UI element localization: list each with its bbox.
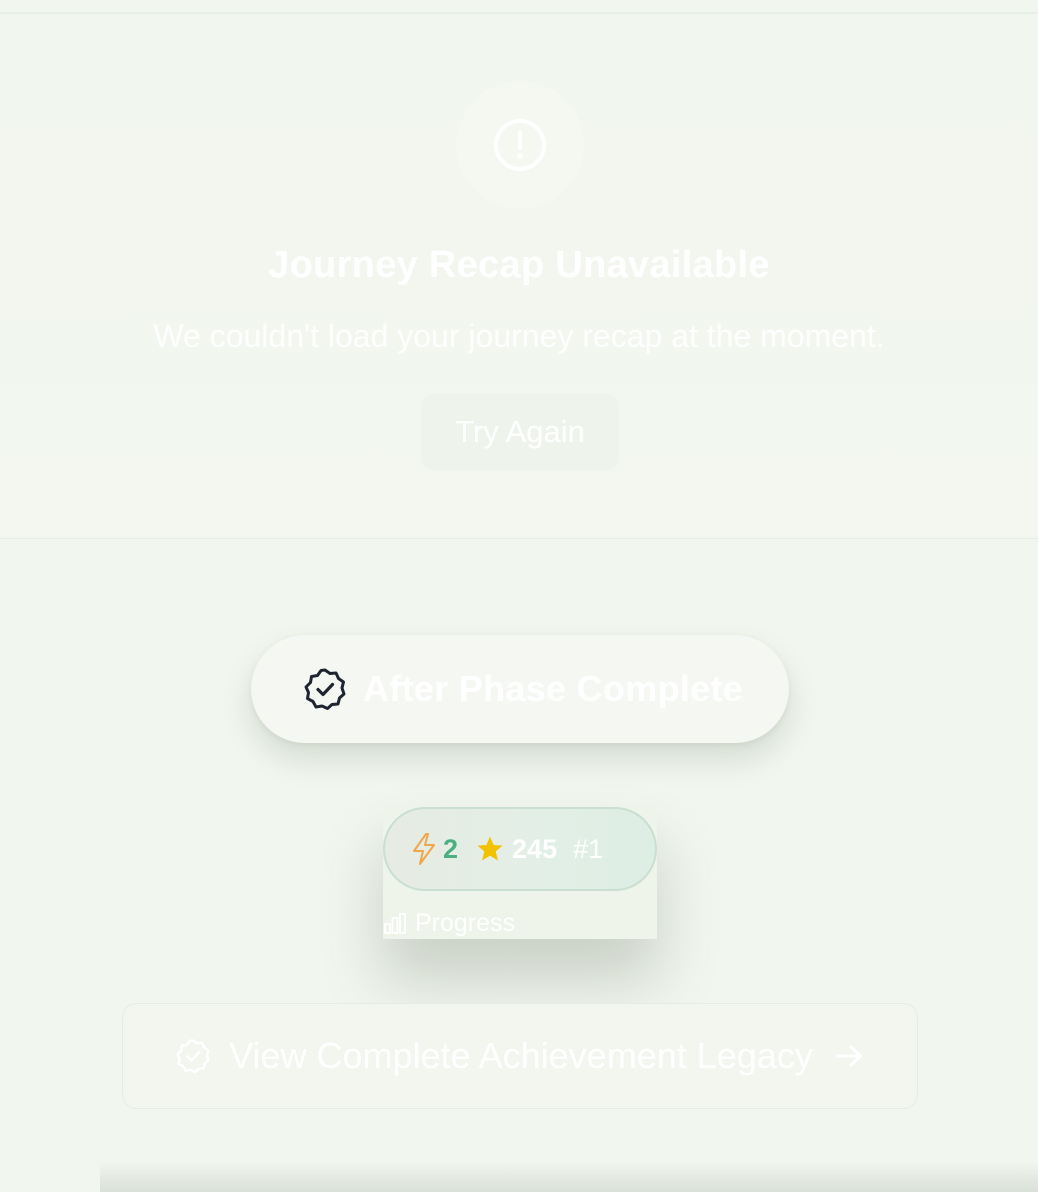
alert-circle-icon [456,81,584,209]
stats-card: 2 245 #1 Progress [383,806,657,939]
badge-check-icon [304,668,346,710]
error-title: Journey Recap Unavailable [268,244,770,286]
bottom-fade [100,1162,1038,1192]
points-value: 245 [512,833,558,864]
journey-recap-error-panel: Journey Recap Unavailable We couldn't lo… [0,14,1038,539]
star-icon [477,836,503,861]
rank-value: #1 [573,833,604,864]
error-message: We couldn't load your journey recap at t… [153,318,885,354]
legacy-label: View Complete Achievement Legacy [229,1035,813,1076]
streak-value: 2 [443,833,459,864]
stats-pill: 2 245 #1 [383,807,657,891]
lightning-icon [413,833,435,865]
phase-complete-pill: After Phase Complete [251,635,789,743]
progress-link[interactable]: Progress [383,909,515,938]
progress-label: Progress [415,909,516,937]
bar-chart-icon [384,912,406,934]
view-achievement-legacy-button[interactable]: View Complete Achievement Legacy [122,1003,918,1109]
arrow-right-icon [836,1045,862,1067]
try-again-button[interactable]: Try Again [421,394,619,470]
badge-check-icon [176,1039,210,1074]
phase-label: After Phase Complete [363,668,744,709]
